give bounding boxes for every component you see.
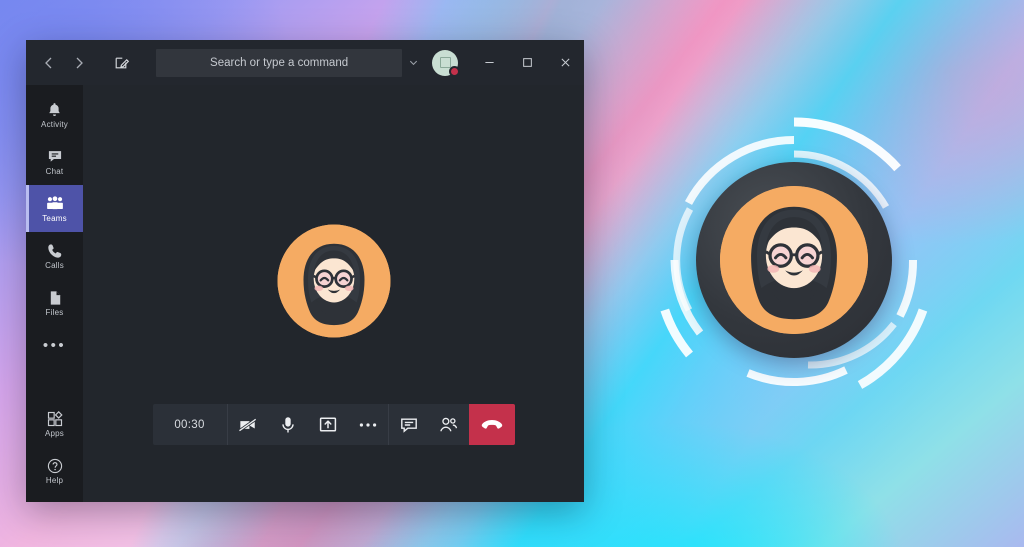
participant-avatar (277, 224, 390, 338)
more-actions-button[interactable] (348, 404, 388, 445)
apps-grid-icon (45, 409, 64, 428)
sidebar-item-chat[interactable]: Chat (26, 138, 83, 185)
camera-off-button[interactable] (228, 404, 268, 445)
file-icon (45, 288, 64, 307)
sidebar-item-label: Chat (45, 167, 64, 176)
sidebar-item-label: Activity (41, 120, 68, 129)
sidebar-item-help[interactable]: Help (26, 447, 83, 494)
navigation-arrows (38, 52, 90, 74)
sidebar-item-label: Calls (45, 261, 64, 270)
teams-people-icon (45, 194, 64, 213)
call-timer: 00:30 (153, 404, 228, 445)
app-rail: Activity Chat Teams Calls Files ••• Apps… (26, 85, 83, 502)
maximize-button[interactable] (508, 40, 546, 85)
forward-icon[interactable] (68, 52, 90, 74)
screen: Activity Chat (0, 0, 1024, 547)
chat-bubble-icon (45, 147, 64, 166)
microphone-button[interactable] (268, 404, 308, 445)
sidebar-item-label: Apps (44, 429, 65, 438)
rail-spacer (26, 364, 83, 400)
chevron-down-icon[interactable] (402, 40, 424, 85)
avatar-face-small (277, 224, 390, 338)
title-bar (26, 40, 584, 85)
show-participants-button[interactable] (429, 404, 469, 445)
sidebar-more-button[interactable]: ••• (26, 326, 83, 364)
phone-icon (45, 241, 64, 260)
close-button[interactable] (546, 40, 584, 85)
compose-icon[interactable] (110, 50, 134, 76)
sidebar-item-apps[interactable]: Apps (26, 400, 83, 447)
teams-window: Activity Chat (26, 40, 584, 502)
search-input[interactable] (156, 48, 402, 77)
share-screen-button[interactable] (308, 404, 348, 445)
titlebar-right-controls (402, 40, 584, 85)
profile-avatar[interactable] (432, 49, 460, 77)
sidebar-item-label: Help (45, 476, 64, 485)
sidebar-item-teams[interactable]: Teams (26, 185, 83, 232)
call-control-bar: 00:30 (152, 404, 515, 445)
bell-icon (45, 100, 64, 119)
sidebar-item-activity[interactable]: Activity (26, 91, 83, 138)
avatar-initials (439, 57, 451, 68)
show-conversation-button[interactable] (389, 404, 429, 445)
avatar-face-large (720, 186, 868, 334)
ellipsis-icon: ••• (42, 336, 67, 354)
call-stage: 00:30 (83, 85, 584, 502)
sidebar-item-label: Files (45, 308, 64, 317)
sidebar-item-calls[interactable]: Calls (26, 232, 83, 279)
sidebar-item-files[interactable]: Files (26, 279, 83, 326)
minimize-button[interactable] (470, 40, 508, 85)
sidebar-item-label: Teams (42, 214, 67, 223)
back-icon[interactable] (38, 52, 60, 74)
status-badge (449, 65, 460, 77)
hang-up-button[interactable] (468, 404, 515, 445)
hero-avatar (720, 186, 868, 334)
hero-avatar-graphic (648, 114, 940, 406)
help-circle-icon (45, 456, 64, 475)
window-body: Activity Chat Teams Calls Files ••• Apps… (26, 85, 584, 502)
